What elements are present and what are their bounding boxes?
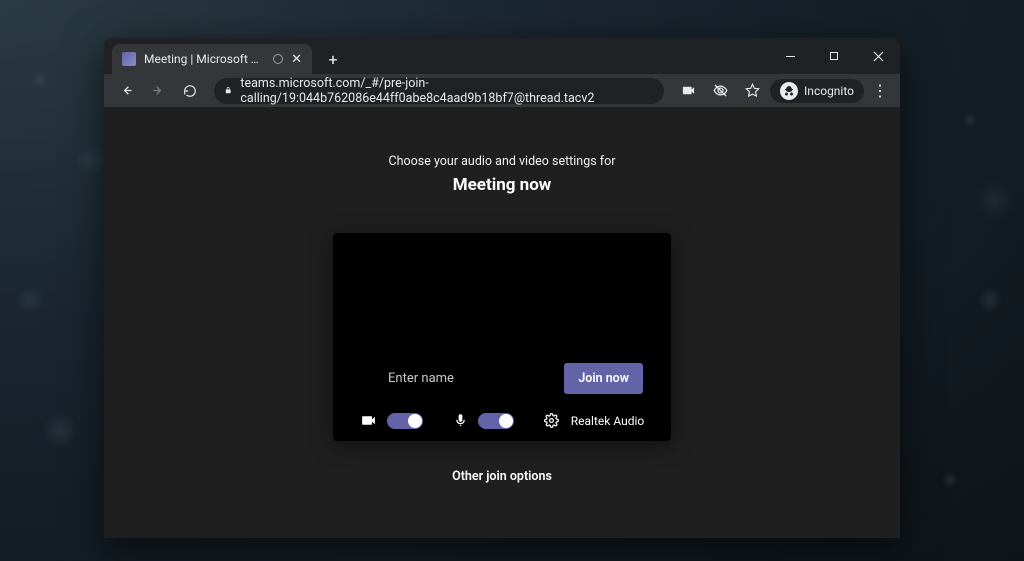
video-preview-card: Join now Realtek Audio: [333, 233, 671, 441]
address-bar[interactable]: teams.microsoft.com/_#/pre-join-calling/…: [214, 78, 664, 104]
tab-audio-indicator-icon[interactable]: [273, 54, 283, 64]
url-text: teams.microsoft.com/_#/pre-join-calling/…: [240, 76, 654, 106]
audio-device-label[interactable]: Realtek Audio: [571, 414, 644, 428]
tab-title: Meeting | Microsoft Teams: [144, 52, 265, 66]
new-tab-button[interactable]: +: [322, 48, 344, 70]
incognito-icon: [780, 82, 798, 100]
window-maximize-icon[interactable]: [812, 38, 856, 74]
other-join-options[interactable]: Other join options: [104, 469, 900, 484]
incognito-indicator[interactable]: Incognito: [770, 79, 864, 103]
nav-forward-button[interactable]: [144, 77, 172, 105]
nav-reload-button[interactable]: [176, 77, 204, 105]
teams-favicon: [122, 52, 136, 66]
nav-back-button[interactable]: [112, 77, 140, 105]
window-minimize-icon[interactable]: [768, 38, 812, 74]
name-input[interactable]: [361, 371, 481, 386]
tracking-blocked-icon[interactable]: [706, 77, 734, 105]
browser-window: Meeting | Microsoft Teams ✕ +: [104, 38, 900, 538]
browser-toolbar: teams.microsoft.com/_#/pre-join-calling/…: [104, 74, 900, 108]
microphone-icon: [453, 413, 468, 428]
gear-icon: [544, 413, 559, 428]
incognito-label: Incognito: [804, 84, 854, 98]
name-join-row: Join now: [353, 363, 651, 394]
microphone-toggle[interactable]: [478, 413, 514, 429]
camera-icon: [360, 412, 377, 429]
join-now-button[interactable]: Join now: [564, 363, 643, 394]
page-content: Choose your audio and video settings for…: [104, 108, 900, 538]
lock-icon: [224, 85, 232, 96]
tab-strip: Meeting | Microsoft Teams ✕ +: [104, 38, 900, 74]
camera-permission-icon[interactable]: [674, 77, 702, 105]
window-close-icon[interactable]: [856, 38, 900, 74]
device-settings-button[interactable]: [544, 413, 559, 428]
tab-close-icon[interactable]: ✕: [291, 52, 302, 67]
av-controls-row: Realtek Audio: [353, 412, 651, 429]
browser-tab[interactable]: Meeting | Microsoft Teams ✕: [112, 44, 312, 74]
bookmark-star-icon[interactable]: [738, 77, 766, 105]
page-pretitle: Choose your audio and video settings for: [104, 154, 900, 169]
window-controls: [768, 38, 900, 74]
camera-toggle[interactable]: [387, 413, 423, 429]
browser-menu-button[interactable]: ⋮: [868, 81, 892, 100]
meeting-title: Meeting now: [104, 175, 900, 195]
